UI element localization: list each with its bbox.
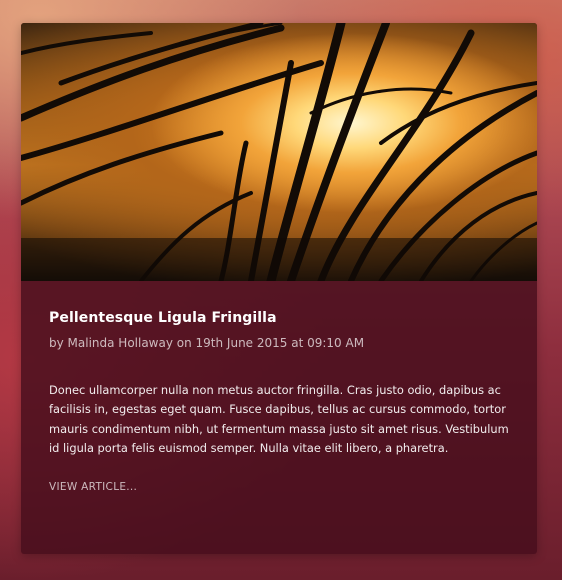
article-content: Pellentesque Ligula Fringilla by Malinda… <box>21 310 537 494</box>
article-meta: by Malinda Hollaway on 19th June 2015 at… <box>49 336 365 350</box>
article-card: Pellentesque Ligula Fringilla by Malinda… <box>21 23 537 554</box>
article-title: Pellentesque Ligula Fringilla <box>49 310 277 326</box>
article-hero-image <box>21 23 537 281</box>
article-body: Donec ullamcorper nulla non metus auctor… <box>49 383 509 456</box>
grass-silhouette <box>21 23 537 281</box>
view-article-link[interactable]: VIEW ARTICLE... <box>49 481 137 493</box>
